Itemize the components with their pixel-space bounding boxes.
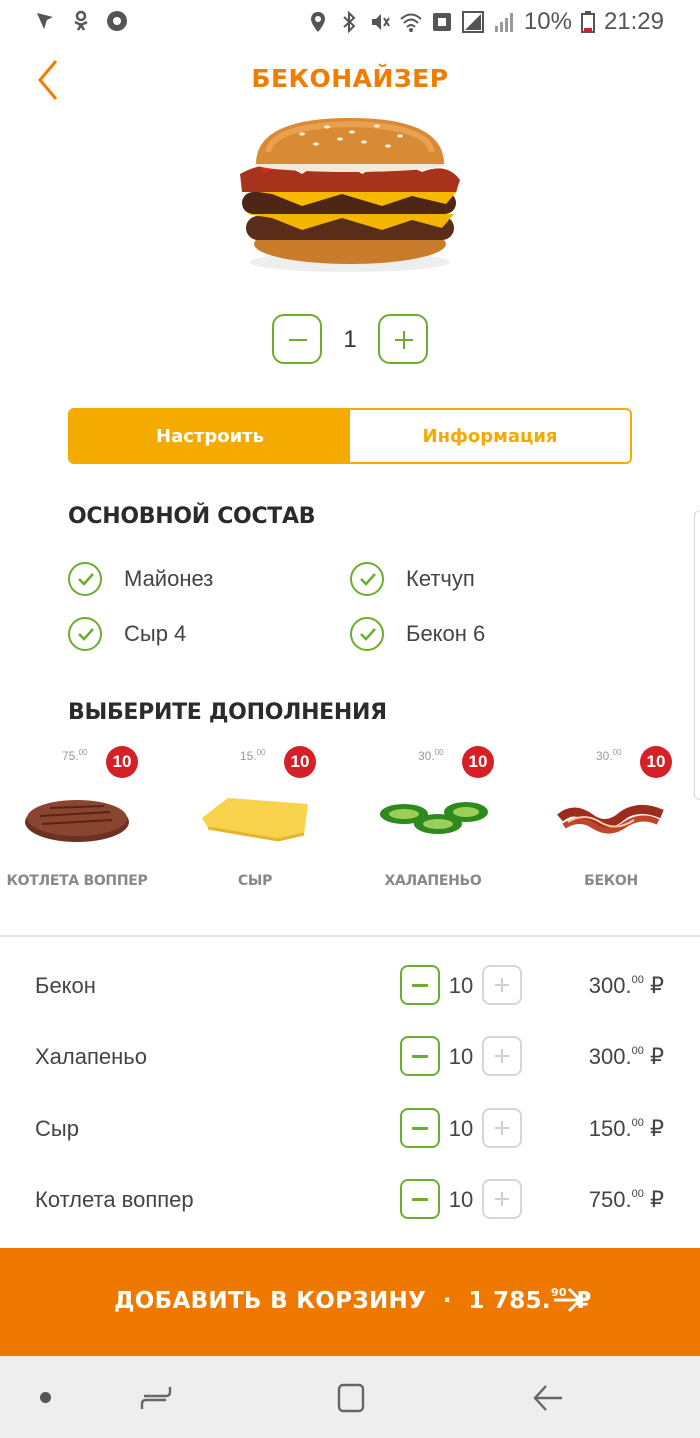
row-increase-button[interactable] (482, 965, 522, 1005)
quantity-increase-button[interactable] (378, 314, 428, 364)
extra-name: СЫР (237, 873, 273, 889)
row-quantity: 10 (448, 973, 474, 998)
home-icon[interactable] (336, 1382, 366, 1414)
row-decrease-button[interactable] (400, 1108, 440, 1148)
row-increase-button[interactable] (482, 1179, 522, 1219)
status-bar: 10% 21:29 (0, 0, 700, 44)
cell-signal-icon (494, 13, 513, 32)
row-quantity: 10 (448, 1044, 474, 1069)
patty-image (25, 800, 129, 842)
checkmark-icon (360, 628, 376, 641)
notification-icon (37, 13, 53, 29)
wifi-icon (400, 13, 422, 32)
ingredient-ketchup: Кетчуп (350, 562, 475, 596)
count-badge: 10 (106, 746, 138, 778)
selected-row-label: Котлета воппер (35, 1187, 194, 1212)
recent-apps-icon[interactable] (140, 1382, 172, 1414)
clock: 21:29 (603, 8, 664, 35)
ingredient-label: Сыр 4 (124, 621, 187, 646)
mute-icon (371, 14, 390, 30)
selected-row-label: Бекон (35, 973, 96, 998)
selected-row-label: Халапеньо (35, 1044, 147, 1069)
main-composition-heading: ОСНОВНОЙ СОСТАВ (68, 504, 316, 529)
system-nav-bar (0, 1356, 700, 1438)
extra-price: 15.00 (240, 748, 266, 763)
extra-item-cheese[interactable]: 15.00 10 СЫР (180, 742, 330, 902)
row-increase-button[interactable] (482, 1036, 522, 1076)
divider (0, 935, 700, 937)
checkmark-icon (78, 573, 94, 586)
row-quantity: 10 (448, 1116, 474, 1141)
tab-bar: Настроить Информация (68, 408, 632, 464)
row-decrease-button[interactable] (400, 1179, 440, 1219)
scroll-indicator[interactable] (694, 510, 700, 800)
bluetooth-icon (343, 11, 356, 33)
ingredient-cheese: Сыр 4 (68, 617, 186, 651)
ingredient-label: Майонез (124, 566, 214, 591)
add-to-cart-button[interactable]: ДОБАВИТЬ В КОРЗИНУ · 1 785.90 ₽ (0, 1248, 700, 1356)
arrow-right-icon (554, 1287, 583, 1313)
ingredient-checkbox[interactable] (350, 617, 384, 651)
row-increase-button[interactable] (482, 1108, 522, 1148)
ingredient-mayonnaise: Майонез (68, 562, 213, 596)
row-price: 150.00 ₽ (588, 1116, 664, 1141)
product-image (240, 118, 460, 272)
extra-price: 30.00 (418, 748, 444, 763)
count-badge: 10 (284, 746, 316, 778)
add-to-cart-label: ДОБАВИТЬ В КОРЗИНУ · 1 785.90 ₽ (114, 1286, 592, 1314)
minus-icon (289, 339, 307, 341)
row-price: 300.00 ₽ (588, 973, 664, 998)
ingredient-bacon: Бекон 6 (350, 617, 485, 651)
media-icon (107, 11, 127, 31)
quantity-decrease-button[interactable] (272, 314, 322, 364)
tab-customize[interactable]: Настроить (70, 410, 350, 462)
bacon-image (557, 805, 664, 834)
page-title: БЕКОНАЙЗЕР (251, 64, 449, 93)
extra-price: 75.00 (62, 748, 88, 763)
ingredient-label: Кетчуп (406, 566, 475, 591)
extra-price: 30.00 (596, 748, 622, 763)
checkmark-icon (78, 628, 94, 641)
row-price: 300.00 ₽ (588, 1044, 664, 1069)
row-decrease-button[interactable] (400, 965, 440, 1005)
count-badge: 10 (462, 746, 494, 778)
location-icon (310, 12, 325, 32)
extra-name: БЕКОН (584, 873, 638, 889)
tab-information[interactable]: Информация (350, 410, 630, 462)
battery-icon (580, 11, 595, 33)
battery-percent: 10% (523, 8, 572, 35)
extra-name: ХАЛАПЕНЬО (384, 873, 482, 889)
row-decrease-button[interactable] (400, 1036, 440, 1076)
nfc-icon (432, 13, 451, 31)
extra-name: КОТЛЕТА ВОППЕР (6, 873, 148, 889)
ingredient-label: Бекон 6 (406, 621, 486, 646)
extra-item-patty[interactable]: 75.00 10 КОТЛЕТА ВОППЕР (2, 742, 152, 902)
checkmark-icon (360, 573, 376, 586)
quantity-value: 1 (343, 326, 357, 353)
count-badge: 10 (640, 746, 672, 778)
extra-item-bacon[interactable]: 30.00 10 БЕКОН (536, 742, 686, 902)
odnoklassniki-icon (74, 10, 88, 31)
extra-item-jalapeno[interactable]: 30.00 10 ХАЛАПЕНЬО (358, 742, 508, 902)
selected-row-label: Сыр (35, 1116, 79, 1141)
jalapeno-image (380, 802, 488, 834)
ingredient-checkbox[interactable] (68, 562, 102, 596)
plus-icon (395, 331, 413, 349)
ingredient-checkbox[interactable] (350, 562, 384, 596)
row-quantity: 10 (448, 1187, 474, 1212)
extras-heading: ВЫБЕРИТЕ ДОПОЛНЕНИЯ (68, 700, 387, 725)
back-nav-icon[interactable] (532, 1382, 564, 1414)
cheese-image (202, 798, 308, 842)
nav-dot-icon (40, 1392, 51, 1403)
ingredient-checkbox[interactable] (68, 617, 102, 651)
signal-icon (461, 11, 484, 33)
row-price: 750.00 ₽ (588, 1187, 664, 1212)
